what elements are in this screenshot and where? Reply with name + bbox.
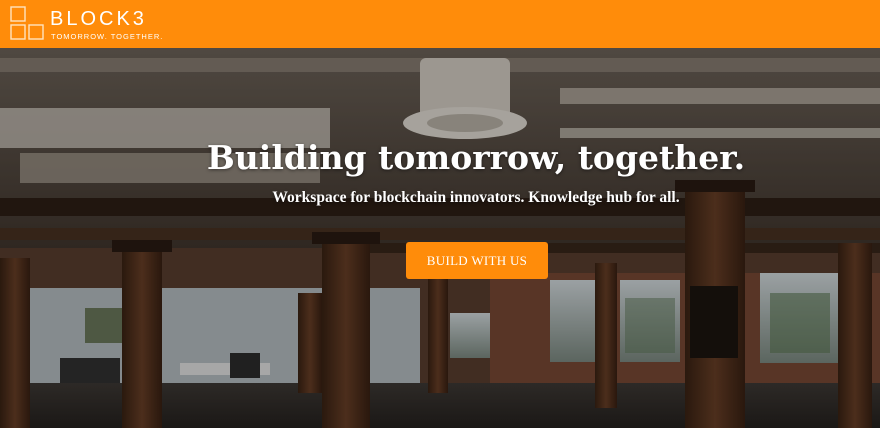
brand-logo[interactable]: BLOCK3 TOMORROW. TOGETHER. (10, 6, 180, 42)
hero-subtitle: Workspace for blockchain innovators. Kno… (272, 189, 680, 206)
build-with-us-button[interactable]: BUILD WITH US (406, 242, 548, 279)
brand-name: BLOCK3 (50, 8, 147, 30)
site-header: BLOCK3 TOMORROW. TOGETHER. (0, 0, 880, 48)
hero-overlay (0, 48, 880, 428)
brand-tagline: TOMORROW. TOGETHER. (51, 32, 164, 41)
squares-grid-logo-icon (10, 6, 44, 40)
hero-title: Building tomorrow, together. (206, 138, 746, 177)
hero-section: Building tomorrow, together. Workspace f… (0, 48, 880, 428)
